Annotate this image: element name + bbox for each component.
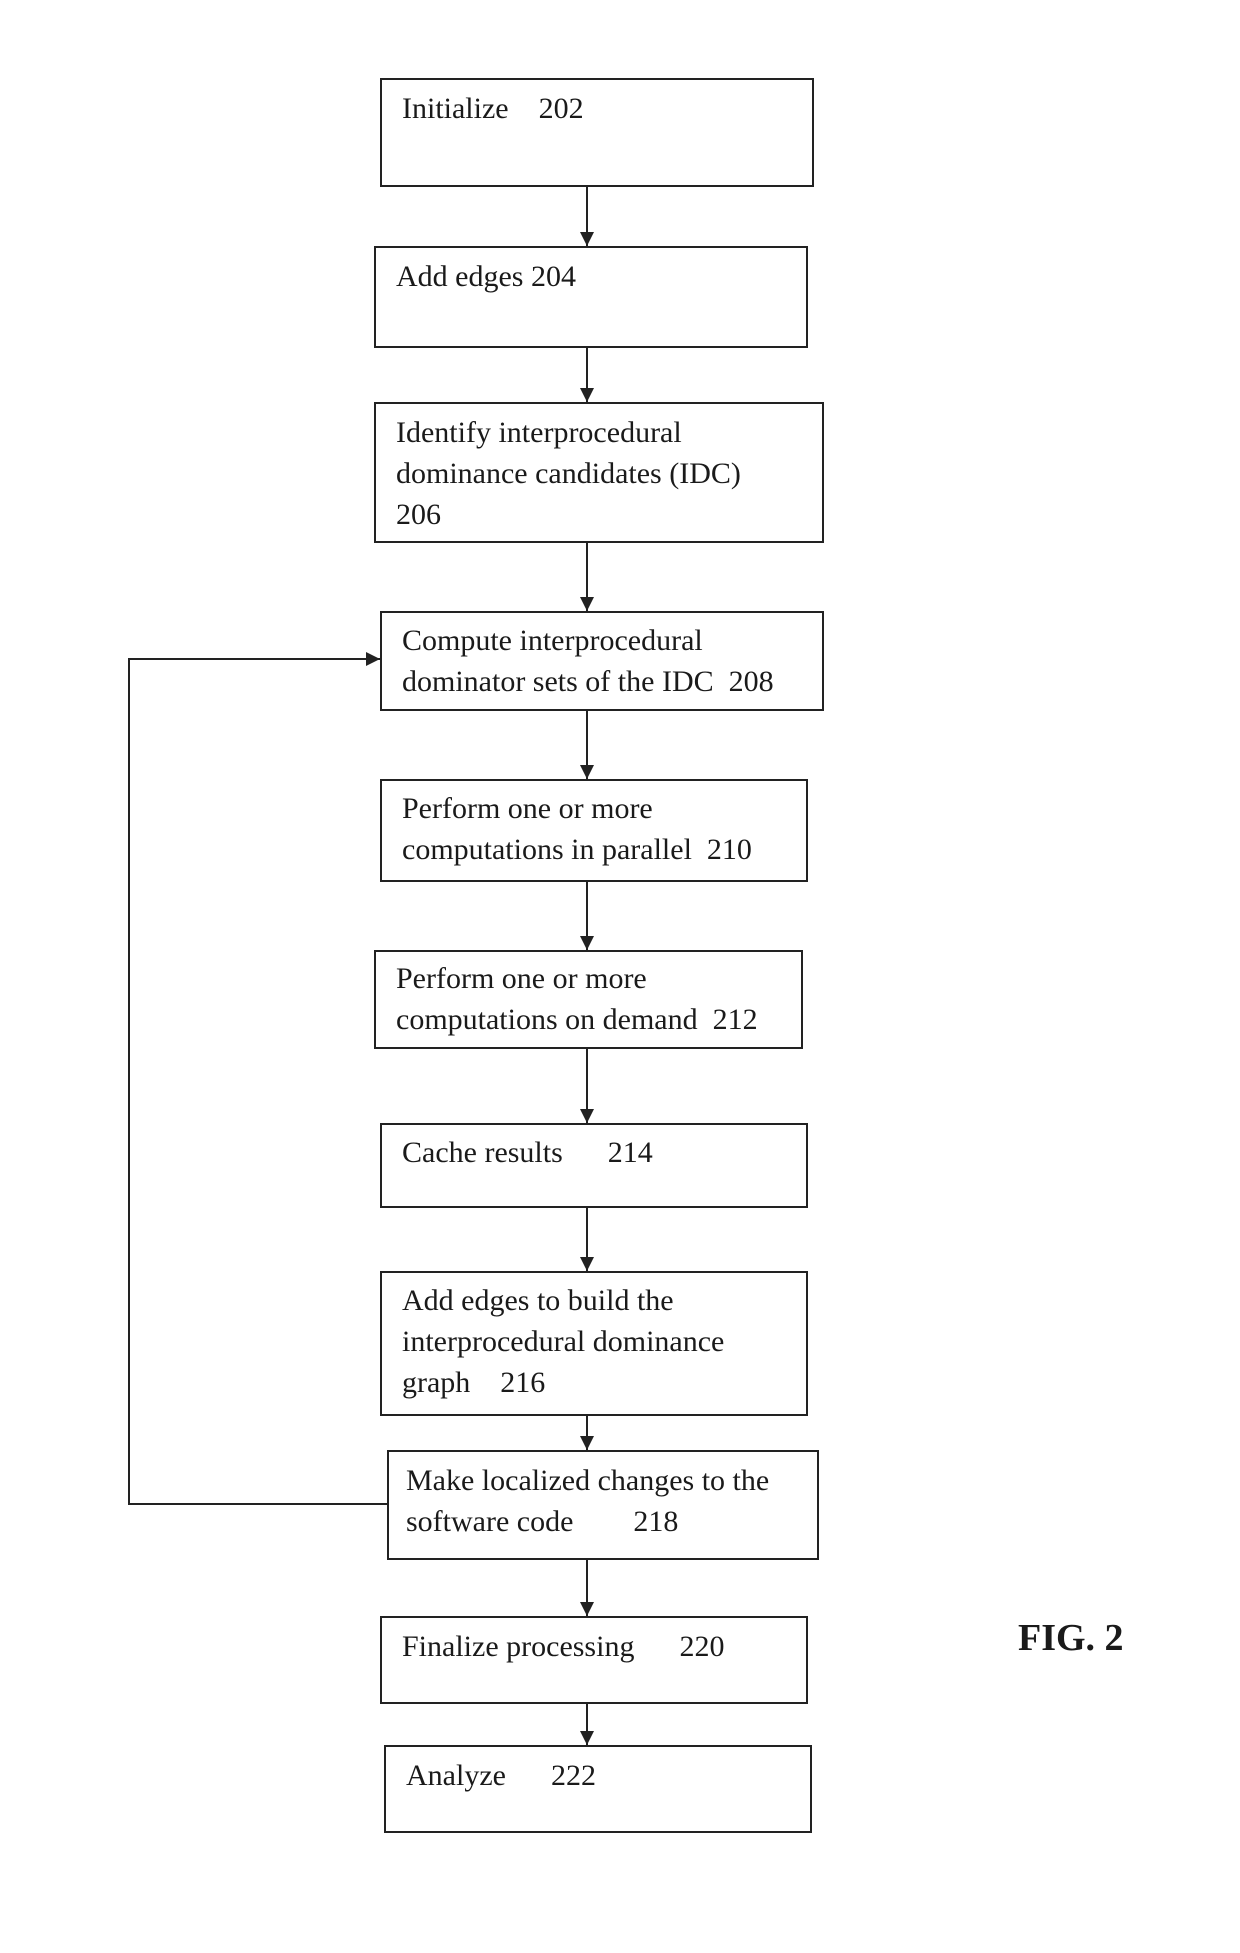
step-label-214: Cache results 214: [402, 1132, 653, 1173]
step-label-202: Initialize 202: [402, 88, 584, 129]
step-label-line: Make localized changes to the: [406, 1464, 770, 1497]
step-label-line: dominance candidates (IDC): [396, 457, 741, 490]
step-label-222: Analyze 222: [406, 1755, 596, 1796]
step-label-line: graph 216: [402, 1366, 546, 1399]
step-label-line: Cache results 214: [402, 1136, 653, 1169]
step-label-line: Perform one or more: [396, 962, 647, 995]
step-label-line: software code 218: [406, 1505, 679, 1538]
feedback-arrow-218-to-208: [128, 652, 388, 1505]
step-label-line: Perform one or more: [402, 792, 653, 825]
step-label-line: Add edges to build the: [402, 1284, 674, 1317]
step-label-210: Perform one or more computations in paral…: [402, 788, 752, 870]
step-label-206: Identify interprocedural dominance candid…: [396, 412, 741, 535]
step-label-line: Identify interprocedural: [396, 416, 682, 449]
step-label-line: Compute interprocedural: [402, 624, 703, 657]
step-label-204: Add edges 204: [396, 256, 576, 297]
step-label-208: Compute interprocedural dominator sets of…: [402, 620, 774, 702]
step-label-216: Add edges to build the interprocedural do…: [402, 1280, 724, 1403]
step-label-line: computations on demand 212: [396, 1003, 758, 1036]
step-label-line: 206: [396, 498, 441, 531]
step-label-218: Make localized changes to the software co…: [406, 1460, 769, 1542]
figure-label: FIG. 2: [1018, 1617, 1124, 1659]
step-label-line: Initialize 202: [402, 92, 584, 125]
step-label-line: dominator sets of the IDC 208: [402, 665, 774, 698]
step-label-line: Add edges 204: [396, 260, 576, 293]
step-label-line: Finalize processing 220: [402, 1630, 725, 1663]
step-label-220: Finalize processing 220: [402, 1626, 724, 1667]
step-label-212: Perform one or more computations on deman…: [396, 958, 758, 1040]
step-label-line: Analyze 222: [406, 1759, 596, 1792]
step-label-line: computations in parallel 210: [402, 833, 752, 866]
step-label-line: interprocedural dominance: [402, 1325, 725, 1358]
